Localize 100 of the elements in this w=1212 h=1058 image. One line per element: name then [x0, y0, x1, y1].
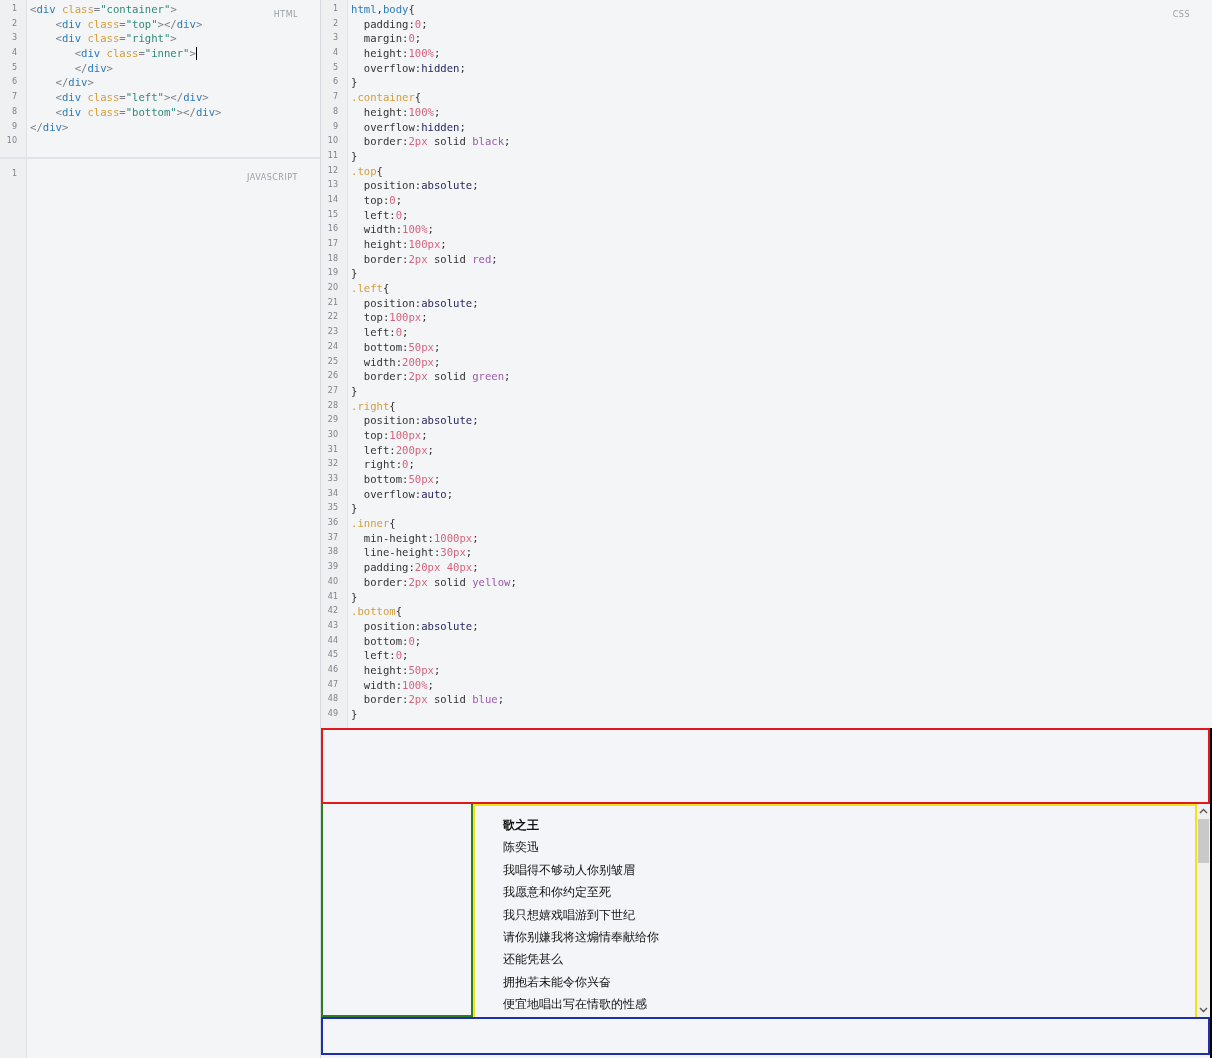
code-line: html,body{ — [351, 2, 415, 17]
line-number: 7 — [10, 91, 18, 104]
line-number: 35 — [326, 502, 339, 515]
code-line: left:200px; — [362, 442, 434, 458]
line-number: 8 — [331, 105, 339, 118]
code-line: top:100px; — [362, 427, 428, 443]
song-title: 歌之王 — [503, 817, 540, 834]
line-number: 45 — [326, 649, 339, 662]
line-number: 43 — [326, 619, 339, 632]
code-line: } — [351, 148, 358, 164]
line-number: 31 — [326, 443, 339, 456]
code-line: <div class="left"></div> — [54, 90, 209, 105]
line-number: 29 — [326, 414, 339, 427]
line-number: 1 — [10, 168, 18, 180]
code-line: border:2px solid blue; — [362, 692, 505, 707]
line-number: 4 — [10, 47, 18, 60]
line-number: 41 — [326, 590, 339, 603]
scroll-down-icon[interactable] — [1199, 1005, 1208, 1014]
code-line: .inner{ — [351, 516, 396, 531]
line-number: 47 — [326, 678, 339, 691]
code-line: </div> — [54, 75, 94, 91]
line-number: 27 — [326, 384, 339, 397]
code-line: } — [351, 589, 358, 605]
line-number: 1 — [10, 3, 18, 15]
lyric-line: 请你别嫌我将这煽情奉献给你 — [503, 929, 660, 947]
code-line: right:0; — [362, 457, 415, 472]
code-line: padding:0; — [362, 16, 428, 32]
code-line: <div class="top"></div> — [54, 16, 203, 32]
line-number: 8 — [10, 105, 18, 118]
code-line: </div> — [73, 60, 113, 76]
line-number: 15 — [326, 208, 339, 221]
line-number: 19 — [326, 267, 339, 280]
line-number: 33 — [326, 473, 339, 485]
line-number: 10 — [5, 135, 18, 148]
line-number: 2 — [10, 17, 18, 30]
code-line: left:0; — [362, 648, 409, 663]
line-number: 22 — [326, 311, 339, 324]
code-line: border:2px solid red; — [362, 251, 498, 267]
code-line: height:50px; — [362, 662, 441, 678]
line-number: 46 — [326, 663, 339, 676]
code-line: overflow:hidden; — [362, 60, 466, 76]
code-line: } — [351, 501, 358, 517]
line-number: 9 — [10, 120, 18, 133]
line-number: 44 — [326, 634, 339, 647]
line-number: 16 — [326, 223, 339, 236]
line-number: 28 — [326, 399, 339, 412]
lyric-line: 拥抱若未能令你兴奋 — [503, 973, 612, 991]
line-number: 6 — [331, 76, 339, 89]
code-line: top:0; — [362, 192, 403, 208]
code-line: <div class="bottom"></div> — [54, 104, 222, 120]
code-line: } — [351, 75, 358, 91]
line-number: 4 — [331, 47, 339, 60]
line-number: 38 — [326, 546, 339, 559]
line-number: 21 — [326, 296, 339, 309]
code-line: width:100%; — [362, 677, 434, 693]
line-number: 14 — [326, 193, 339, 206]
code-line: <div class="right"> — [54, 31, 177, 47]
line-number: 6 — [10, 76, 18, 89]
line-number: 26 — [326, 370, 339, 383]
line-number: 48 — [326, 693, 339, 706]
code-line: .right{ — [351, 398, 396, 414]
lyric-line: 我只想嬉戏唱游到下世纪 — [503, 906, 636, 924]
code-line: width:200px; — [362, 354, 441, 370]
line-number: 34 — [326, 487, 339, 500]
code-line: position:absolute; — [362, 178, 479, 193]
editor-label: JAVASCRIPT — [247, 173, 298, 182]
lyric-line: 我愿意和你约定至死 — [503, 884, 612, 902]
code-line: <div class="container"> — [30, 2, 177, 17]
code-line: } — [351, 383, 358, 399]
code-line: overflow:auto; — [362, 486, 454, 502]
line-number: 17 — [326, 238, 339, 250]
scroll-up-icon[interactable] — [1199, 807, 1208, 816]
line-number: 18 — [326, 252, 339, 265]
line-number: 30 — [326, 428, 339, 441]
code-line: left:0; — [362, 207, 409, 223]
code-line: } — [351, 266, 358, 282]
code-line: position:absolute; — [362, 413, 479, 428]
line-number: 5 — [10, 61, 18, 74]
line-number: 5 — [331, 61, 339, 74]
editor-label: HTML — [273, 10, 298, 19]
code-line: overflow:hidden; — [362, 119, 466, 135]
code-line: .left{ — [351, 281, 390, 296]
line-number: 1 — [331, 3, 339, 15]
code-line: top:100px; — [362, 310, 428, 326]
code-line: position:absolute; — [362, 618, 479, 634]
scrollbar[interactable] — [1197, 804, 1210, 1017]
code-line: width:100%; — [362, 222, 434, 237]
code-line: margin:0; — [362, 31, 422, 47]
code-line: position:absolute; — [362, 295, 479, 311]
code-line: .bottom{ — [351, 604, 403, 619]
code-line: bottom:50px; — [362, 339, 441, 355]
scroll-thumb[interactable] — [1198, 819, 1209, 863]
line-number: 10 — [326, 135, 339, 148]
code-line: height:100%; — [362, 104, 441, 120]
line-number: 2 — [331, 17, 339, 30]
line-number: 3 — [331, 32, 339, 45]
code-line: bottom:50px; — [362, 472, 441, 487]
code-line: padding:20px 40px; — [362, 560, 479, 575]
code-line: border:2px solid yellow; — [362, 574, 517, 590]
code-line: border:2px solid green; — [362, 369, 511, 384]
